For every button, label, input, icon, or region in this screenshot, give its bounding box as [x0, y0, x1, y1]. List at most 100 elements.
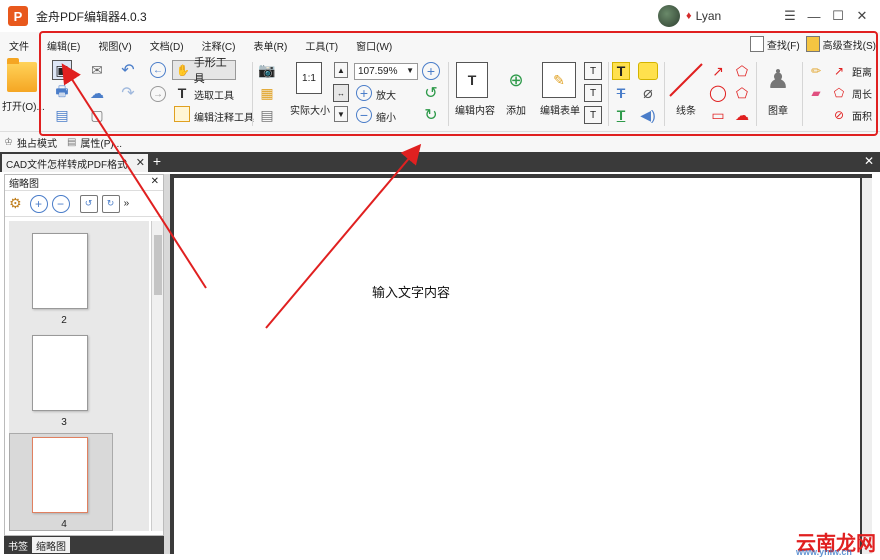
perimeter-button[interactable]: 周长: [852, 86, 872, 101]
edit-annotation-tool-button[interactable]: 编辑注释工具: [194, 109, 254, 124]
pentagon-icon[interactable]: ⬠: [732, 84, 752, 102]
exclusive-mode-button[interactable]: 独占模式: [17, 135, 57, 150]
avatar[interactable]: [658, 5, 680, 27]
rectangle-icon[interactable]: ▭: [708, 106, 728, 124]
properties-button[interactable]: 属性(P)...: [80, 135, 122, 150]
line-icon: [668, 62, 704, 98]
edit-content-button[interactable]: 编辑内容: [455, 102, 495, 117]
menu-tools[interactable]: 工具(T): [296, 38, 347, 53]
thumbnail-scrollbar[interactable]: [151, 221, 163, 531]
thumbnail-page-2[interactable]: [32, 233, 88, 309]
close-all-icon[interactable]: ✕: [864, 154, 874, 168]
zoom-tool-icon[interactable]: +: [422, 62, 440, 80]
lines-button[interactable]: 线条: [676, 102, 696, 117]
menu-window[interactable]: 窗口(W): [347, 38, 401, 53]
find-button[interactable]: 查找(F): [749, 36, 800, 52]
bookmarks-tab[interactable]: 书签: [4, 537, 32, 553]
actual-size-button[interactable]: 实际大小: [290, 102, 330, 117]
rotate-ccw-page-icon[interactable]: ↺: [79, 194, 98, 213]
minimize-button[interactable]: —: [802, 6, 826, 26]
rotate-cw-page-icon[interactable]: ↻: [101, 194, 120, 213]
user-name[interactable]: Lyan: [696, 9, 722, 23]
highlight-icon[interactable]: T: [612, 62, 630, 80]
panel-close-icon[interactable]: ✕: [151, 176, 159, 187]
pencil-icon[interactable]: ✏: [806, 62, 826, 80]
save-icon[interactable]: ▣: [52, 60, 72, 80]
sound-icon[interactable]: ◀): [638, 106, 658, 124]
advanced-find-label: 高级查找(S): [822, 40, 876, 52]
menu-icon[interactable]: ☰: [778, 6, 802, 26]
distance-button[interactable]: 距离: [852, 64, 872, 79]
new-document-icon[interactable]: ▤: [52, 106, 72, 124]
panel-header: 缩略图 ✕: [5, 175, 163, 191]
underline-icon[interactable]: T: [612, 106, 630, 124]
thumbnail-page-3[interactable]: [32, 335, 88, 411]
settings-gear-icon[interactable]: ⚙: [9, 195, 22, 212]
open-button[interactable]: 打开(O)...: [2, 58, 45, 113]
clipboard-icon[interactable]: ▦: [258, 84, 276, 102]
pdf-page[interactable]: 输入文字内容: [174, 178, 860, 554]
document-tab[interactable]: CAD文件怎样转成PDF格式 ✕: [2, 154, 148, 172]
print-icon[interactable]: 🖶: [52, 83, 72, 102]
menu-form[interactable]: 表单(R): [244, 38, 296, 53]
page-tool-icon[interactable]: ▤: [258, 106, 276, 124]
ellipse-icon[interactable]: ◯: [708, 84, 728, 102]
edit-form-button[interactable]: 编辑表单: [540, 102, 580, 117]
fit-width-icon[interactable]: ↔: [333, 84, 349, 102]
thumbnails-tab[interactable]: 缩略图: [32, 537, 70, 553]
document-scrollbar[interactable]: [862, 178, 872, 554]
cloud-icon[interactable]: ☁: [86, 84, 108, 102]
stamp-button[interactable]: 图章: [768, 102, 788, 117]
zoom-out-button[interactable]: 缩小: [376, 109, 396, 124]
area-button[interactable]: 面积: [852, 108, 872, 123]
arrow-icon[interactable]: ↗: [708, 62, 728, 80]
page-text[interactable]: 输入文字内容: [372, 282, 450, 301]
back-icon[interactable]: ←: [150, 62, 166, 78]
text-field-icon[interactable]: T: [584, 62, 602, 80]
zoom-in-button[interactable]: 放大: [376, 87, 396, 102]
document-tab-label: CAD文件怎样转成PDF格式: [6, 159, 128, 171]
add-button[interactable]: 添加: [506, 102, 526, 117]
attachment-icon[interactable]: ⌀: [638, 84, 658, 102]
polygon-icon[interactable]: ⬠: [732, 62, 752, 80]
zoom-out-icon: −: [356, 107, 372, 123]
strikeout-icon[interactable]: T: [612, 84, 630, 102]
thumb-zoom-in-icon[interactable]: +: [29, 194, 48, 213]
eraser-icon[interactable]: ▰: [806, 84, 826, 102]
redo-icon[interactable]: ↷: [118, 84, 138, 102]
scrollbar-thumb[interactable]: [154, 235, 162, 295]
edit-annotation-icon: [174, 106, 190, 122]
rotate-right-icon[interactable]: ↻: [422, 106, 440, 124]
thumbnail-page-4[interactable]: [32, 437, 88, 513]
callout-icon[interactable]: T: [584, 106, 602, 124]
text-box-icon[interactable]: T: [584, 84, 602, 102]
document-icon[interactable]: ▢: [86, 106, 108, 124]
menu-view[interactable]: 视图(V): [89, 38, 140, 53]
menu-file[interactable]: 文件: [0, 38, 38, 53]
menu-document[interactable]: 文档(D): [141, 38, 193, 53]
maximize-button[interactable]: ☐: [826, 6, 850, 26]
hand-icon: ✋: [176, 64, 190, 77]
menu-comment[interactable]: 注释(C): [193, 38, 245, 53]
close-button[interactable]: ✕: [850, 6, 874, 26]
select-tool-button[interactable]: 选取工具: [194, 87, 234, 102]
zoom-select[interactable]: 107.59% ▼: [354, 63, 418, 80]
undo-icon[interactable]: ↶: [118, 60, 138, 80]
user-area[interactable]: ♦ Lyan: [658, 5, 721, 27]
thumb-zoom-out-icon[interactable]: −: [51, 194, 70, 213]
email-icon[interactable]: ✉: [86, 60, 108, 80]
hand-tool-button[interactable]: ✋ 手形工具: [172, 57, 236, 85]
snapshot-camera-icon[interactable]: 📷: [258, 62, 276, 78]
find-icon: [749, 36, 764, 52]
fit-page-icon[interactable]: ▲: [334, 62, 348, 78]
note-icon[interactable]: [638, 62, 658, 80]
fit-visible-icon[interactable]: ▼: [334, 106, 348, 122]
more-chevron-icon[interactable]: »: [124, 198, 130, 209]
menu-edit[interactable]: 编辑(E): [38, 38, 89, 53]
rotate-left-icon[interactable]: ↺: [422, 84, 440, 102]
new-tab-button[interactable]: +: [150, 154, 164, 168]
close-tab-icon[interactable]: ✕: [136, 156, 145, 169]
advanced-find-button[interactable]: 高级查找(S): [805, 36, 876, 52]
cloud-shape-icon[interactable]: ☁: [732, 106, 752, 124]
forward-icon[interactable]: →: [150, 86, 166, 102]
